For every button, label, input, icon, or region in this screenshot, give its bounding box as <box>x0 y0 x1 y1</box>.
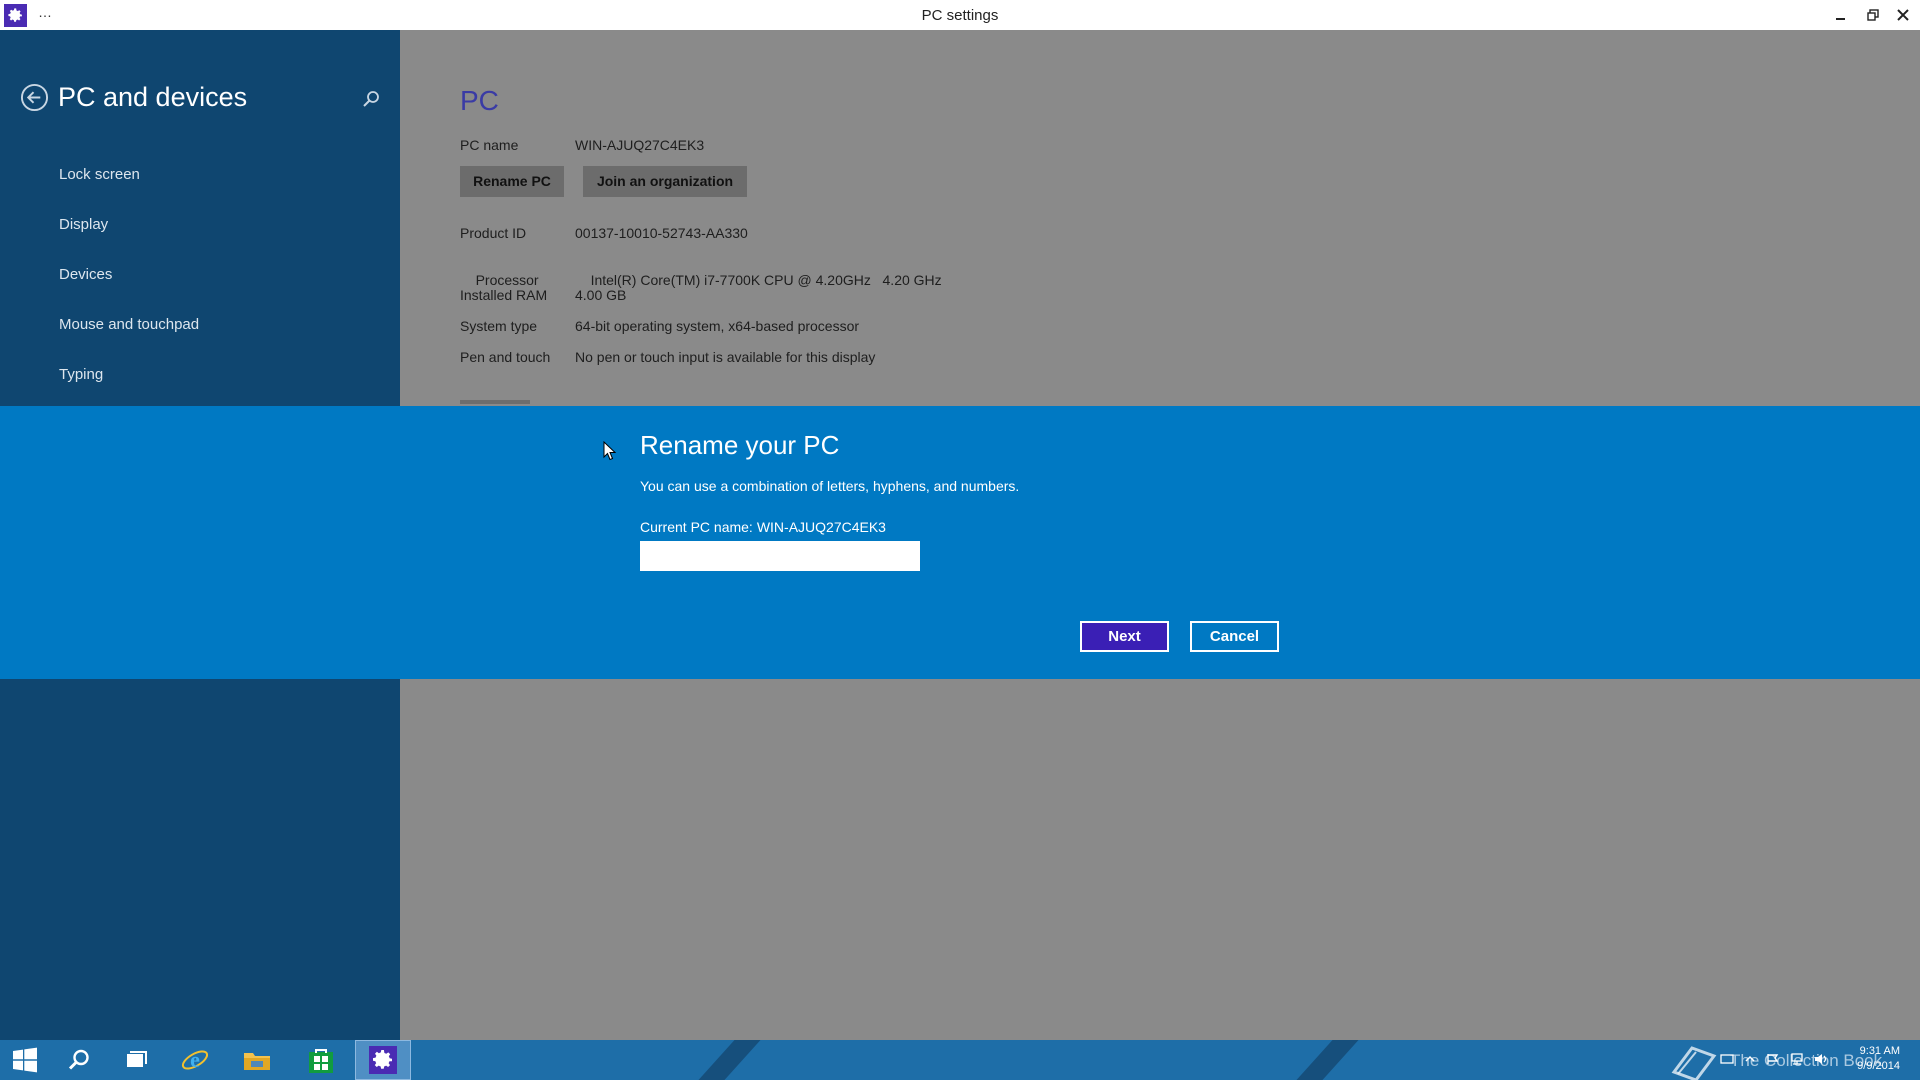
spec-value: 00137-10010-52743-AA330 <box>575 225 748 241</box>
dialog-title: Rename your PC <box>640 430 840 460</box>
next-button[interactable]: Next <box>1080 621 1169 652</box>
pc-name-row: PC name WIN-AJUQ27C4EK3 <box>460 137 704 153</box>
spec-value: 4.00 GB <box>575 287 627 303</box>
keyboard-icon[interactable] <box>1720 1053 1734 1065</box>
taskbar-search-button[interactable] <box>54 1040 104 1080</box>
book-logo-icon <box>1671 1046 1717 1080</box>
internet-explorer-icon: e <box>181 1047 209 1072</box>
folder-icon <box>244 1053 270 1070</box>
pc-name-label: PC name <box>460 137 519 153</box>
chevron-up-icon[interactable] <box>1744 1053 1756 1065</box>
nav-item-devices[interactable]: Devices <box>59 265 199 315</box>
mouse-cursor-icon <box>603 441 617 461</box>
internet-explorer-button[interactable]: e <box>170 1040 220 1080</box>
spec-label: Processor <box>475 272 539 288</box>
cancel-button[interactable]: Cancel <box>1190 621 1279 652</box>
spec-value: 64-bit operating system, x64-based proce… <box>575 318 860 334</box>
section-title: PC <box>460 85 499 116</box>
file-explorer-button[interactable] <box>232 1040 282 1080</box>
join-organization-button[interactable]: Join an organization <box>583 166 747 197</box>
windows-logo-icon <box>13 1047 37 1073</box>
task-view-icon <box>127 1051 147 1067</box>
task-view-button[interactable] <box>112 1040 162 1080</box>
current-pc-name-label: Current PC name: <box>640 519 753 535</box>
nav-item-display[interactable]: Display <box>59 215 199 265</box>
system-clock[interactable]: 9:31 AM 9/9/2014 <box>1830 1044 1900 1074</box>
restore-button[interactable] <box>1860 3 1886 27</box>
minimize-button[interactable] <box>1828 3 1854 27</box>
store-icon <box>309 1049 333 1073</box>
nav-item-lock-screen[interactable]: Lock screen <box>59 165 199 215</box>
rename-pc-dialog: Rename your PC You can use a combination… <box>0 406 1920 679</box>
title-bar: … PC settings <box>0 0 1920 30</box>
close-icon <box>1897 9 1909 21</box>
spec-row: Installed RAM 4.00 GB <box>460 287 626 303</box>
taskbar-decoration <box>1278 1040 1368 1080</box>
restore-icon <box>1867 9 1879 21</box>
spec-value: Intel(R) Core(TM) i7-7700K CPU @ 4.20GHz… <box>590 272 942 288</box>
spec-label: Product ID <box>460 225 527 241</box>
system-tray <box>1720 1053 1828 1065</box>
spec-label: Installed RAM <box>460 287 548 303</box>
dialog-description: You can use a combination of letters, hy… <box>640 478 1020 494</box>
new-pc-name-input[interactable] <box>640 541 920 571</box>
clock-date: 9/9/2014 <box>1857 1060 1900 1072</box>
search-icon <box>68 1049 89 1070</box>
pc-name-value: WIN-AJUQ27C4EK3 <box>575 137 705 153</box>
start-button[interactable] <box>0 1040 50 1080</box>
search-icon[interactable] <box>362 90 380 108</box>
nav-item-mouse-and-touchpad[interactable]: Mouse and touchpad <box>59 315 199 365</box>
store-button[interactable] <box>296 1040 346 1080</box>
spec-label: Pen and touch <box>460 349 551 365</box>
back-arrow-icon[interactable] <box>20 83 49 112</box>
network-icon[interactable] <box>1790 1053 1804 1065</box>
pc-settings-taskbar-button[interactable] <box>355 1040 411 1080</box>
minimize-icon <box>1836 18 1845 20</box>
window-title: PC settings <box>921 7 999 24</box>
nav-header: PC and devices <box>20 82 247 113</box>
current-pc-name: Current PC name: WIN-AJUQ27C4EK3 <box>640 519 886 535</box>
spec-row: Pen and touch No pen or touch input is av… <box>460 349 875 365</box>
settings-icon <box>369 1046 397 1074</box>
volume-icon[interactable] <box>1814 1053 1828 1065</box>
nav-title: PC and devices <box>58 82 248 112</box>
rename-pc-button[interactable]: Rename PC <box>460 166 564 197</box>
spec-value: No pen or touch input is available for t… <box>575 349 876 365</box>
clipped-heading <box>460 400 530 404</box>
taskbar: e The Collection Book 9:31 AM 9/9/2014 <box>0 1040 1920 1080</box>
spec-row: System type 64-bit operating system, x64-… <box>460 318 859 334</box>
spec-row: Product ID 00137-10010-52743-AA330 <box>460 225 748 241</box>
close-button[interactable] <box>1890 3 1916 27</box>
svg-text:e: e <box>190 1047 200 1072</box>
flag-icon[interactable] <box>1766 1053 1780 1065</box>
nav-list: Lock screen Display Devices Mouse and to… <box>59 165 199 415</box>
current-pc-name-value: WIN-AJUQ27C4EK3 <box>756 519 886 535</box>
clock-time: 9:31 AM <box>1859 1045 1900 1057</box>
taskbar-decoration <box>680 1040 770 1080</box>
spec-label: System type <box>460 318 538 334</box>
